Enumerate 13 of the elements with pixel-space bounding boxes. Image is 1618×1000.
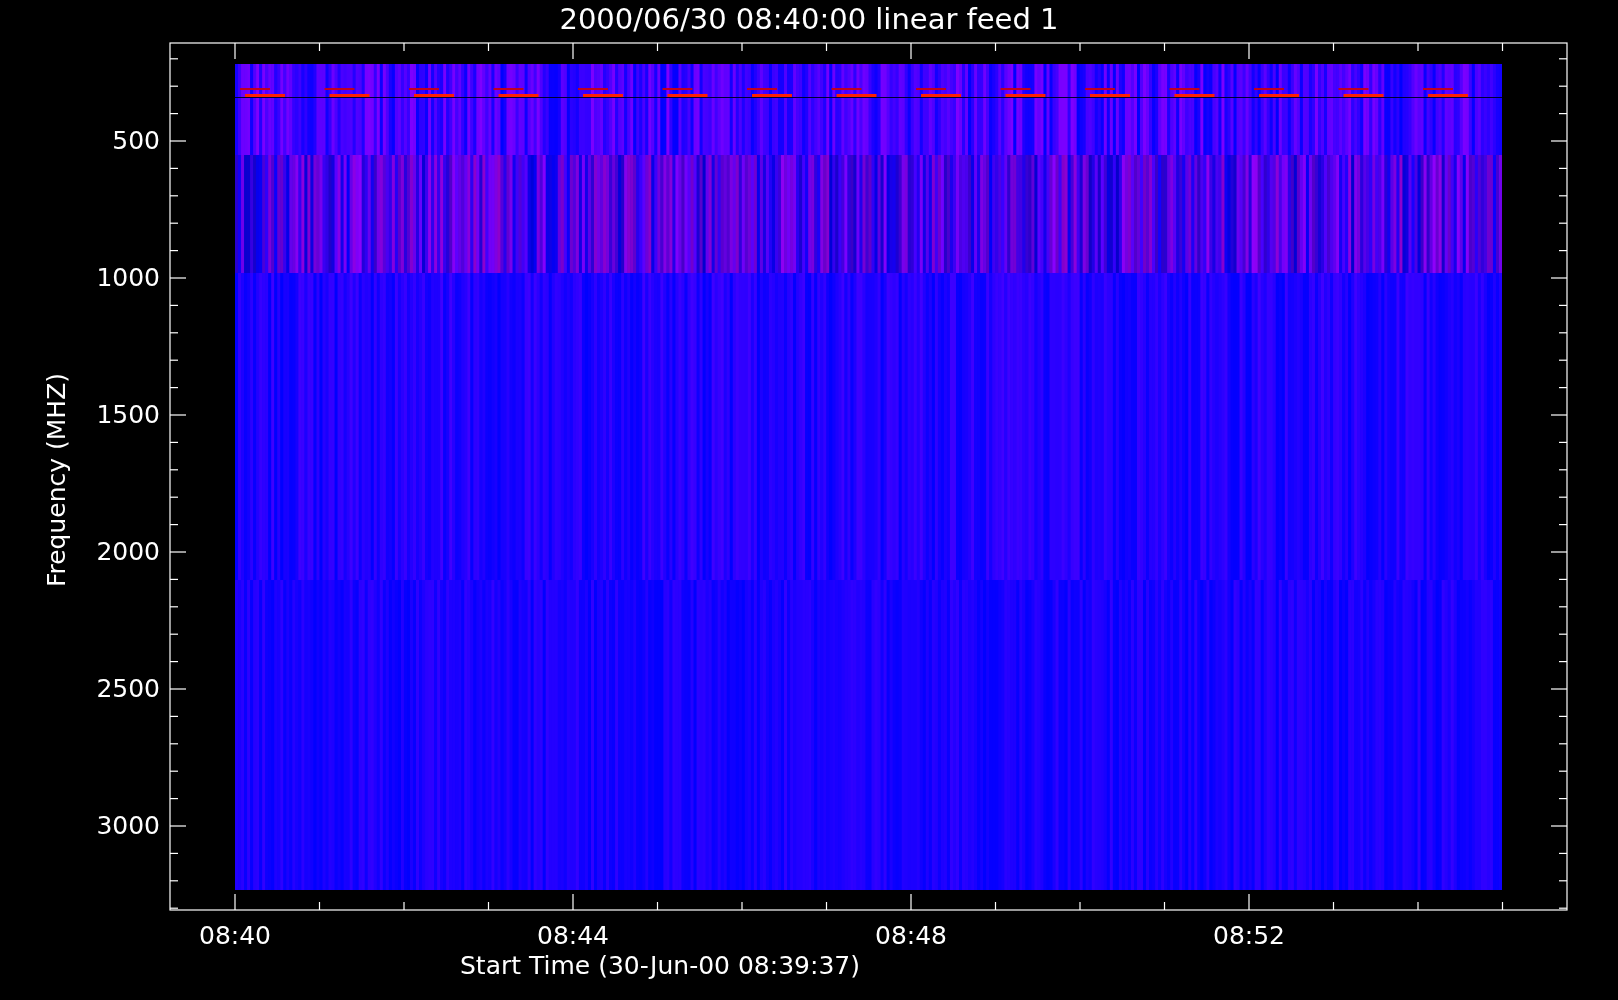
- y-tick-label: 1000: [96, 263, 160, 293]
- x-tick-label: 08:40: [199, 921, 271, 951]
- x-tick-label: 08:44: [537, 921, 609, 951]
- y-tick-label: 500: [112, 126, 160, 156]
- y-axis-label: Frequency (MHZ): [42, 372, 72, 588]
- y-tick-label: 2000: [96, 537, 160, 567]
- plot-title: 2000/06/30 08:40:00 linear feed 1: [558, 1, 1060, 38]
- y-tick-label: 2500: [96, 674, 160, 704]
- y-tick-label: 3000: [96, 811, 160, 841]
- x-tick-label: 08:48: [875, 921, 947, 951]
- x-axis-label: Start Time (30-Jun-00 08:39:37): [460, 951, 860, 981]
- x-tick-label: 08:52: [1213, 921, 1285, 951]
- y-tick-label: 1500: [96, 400, 160, 430]
